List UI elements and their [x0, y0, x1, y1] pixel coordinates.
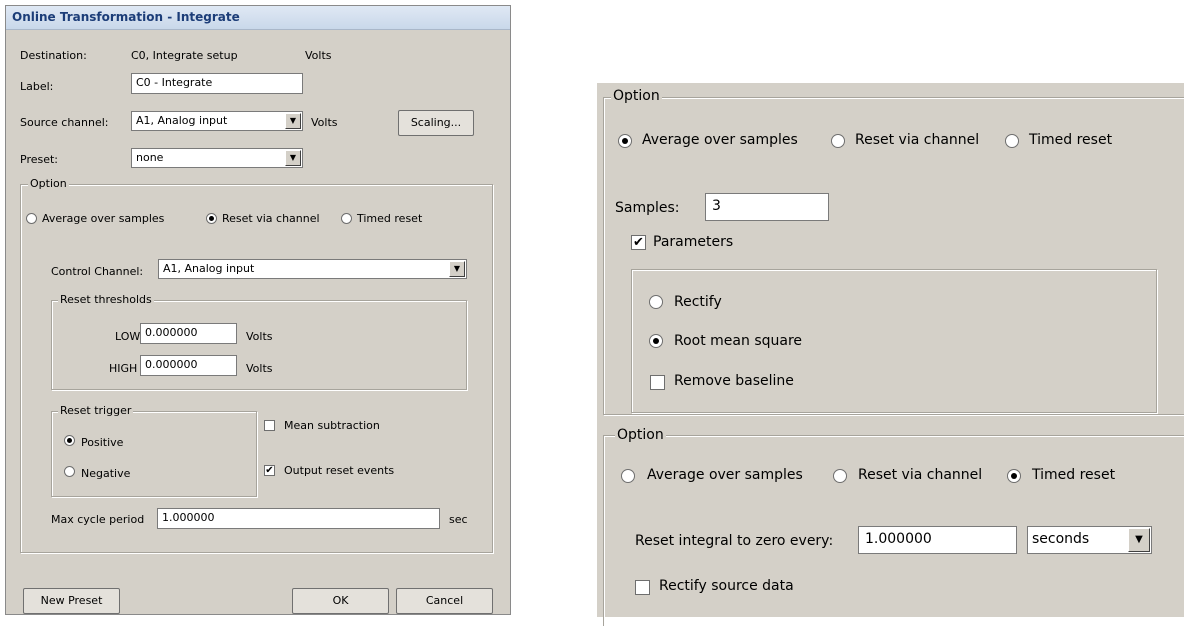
- new-preset-button[interactable]: New Preset: [23, 588, 120, 614]
- radio-root-mean-square[interactable]: [649, 334, 663, 348]
- mean-subtraction-label[interactable]: Mean subtraction: [284, 419, 380, 432]
- radio-timed-reset-label[interactable]: Timed reset: [357, 212, 422, 225]
- reset-interval-label: Reset integral to zero every:: [635, 533, 834, 549]
- radio-average[interactable]: [26, 213, 37, 224]
- radio-average-label[interactable]: Average over samples: [42, 212, 164, 225]
- max-cycle-unit: sec: [449, 513, 468, 526]
- integrate-dialog: Online Transformation - Integrate Destin…: [5, 5, 511, 615]
- source-channel-value: A1, Analog input: [136, 114, 228, 127]
- average-options-panel: Option Average over samples Reset via ch…: [597, 83, 1184, 425]
- reset-trigger-group: [51, 411, 257, 497]
- max-cycle-input[interactable]: 1.000000: [157, 508, 440, 529]
- label-label: Label:: [20, 80, 54, 93]
- radio-rectify-label[interactable]: Rectify: [674, 294, 722, 310]
- max-cycle-label: Max cycle period: [51, 513, 145, 526]
- reset-unit-select[interactable]: seconds ▼: [1027, 526, 1152, 554]
- parameters-label[interactable]: Parameters: [653, 234, 733, 250]
- chevron-down-icon[interactable]: ▼: [285, 150, 301, 166]
- chevron-down-icon[interactable]: ▼: [1128, 528, 1150, 552]
- samples-label: Samples:: [615, 200, 680, 216]
- chevron-down-icon[interactable]: ▼: [449, 261, 465, 277]
- reset-unit-value: seconds: [1032, 531, 1090, 547]
- source-channel-select[interactable]: A1, Analog input ▼: [131, 111, 303, 131]
- low-threshold-input[interactable]: 0.000000: [140, 323, 237, 344]
- radio-negative[interactable]: [64, 466, 75, 477]
- radio-average-label[interactable]: Average over samples: [647, 467, 803, 483]
- reset-thresholds-group: [51, 300, 467, 390]
- output-reset-events-label[interactable]: Output reset events: [284, 464, 394, 477]
- remove-baseline-checkbox[interactable]: [650, 375, 665, 390]
- preset-select[interactable]: none ▼: [131, 148, 303, 168]
- label-input[interactable]: C0 - Integrate: [131, 73, 303, 94]
- option-group-title: Option: [28, 177, 69, 190]
- source-unit: Volts: [311, 116, 338, 129]
- low-label: LOW: [115, 330, 141, 343]
- radio-timed-reset-label[interactable]: Timed reset: [1032, 467, 1115, 483]
- radio-timed-reset[interactable]: [341, 213, 352, 224]
- radio-rectify[interactable]: [649, 295, 663, 309]
- radio-reset-via-channel[interactable]: [831, 134, 845, 148]
- timed-option-title: Option: [615, 427, 666, 443]
- cancel-button[interactable]: Cancel: [396, 588, 493, 614]
- radio-reset-via-channel-label[interactable]: Reset via channel: [222, 212, 320, 225]
- chevron-down-icon[interactable]: ▼: [285, 113, 301, 129]
- destination-value: C0, Integrate setup: [131, 49, 238, 62]
- radio-timed-reset-label[interactable]: Timed reset: [1029, 132, 1112, 148]
- radio-average[interactable]: [621, 469, 635, 483]
- ok-button[interactable]: OK: [292, 588, 389, 614]
- scaling-button[interactable]: Scaling...: [398, 110, 474, 136]
- reset-interval-input[interactable]: 1.000000: [858, 526, 1017, 554]
- samples-input[interactable]: 3: [705, 193, 829, 221]
- rectify-source-checkbox[interactable]: [635, 580, 650, 595]
- high-label: HIGH: [109, 362, 138, 375]
- preset-label: Preset:: [20, 153, 59, 166]
- radio-average-label[interactable]: Average over samples: [642, 132, 798, 148]
- destination-label: Destination:: [20, 49, 87, 62]
- source-channel-label: Source channel:: [20, 116, 109, 129]
- low-unit: Volts: [246, 330, 273, 343]
- destination-unit: Volts: [305, 49, 332, 62]
- title-bar: Online Transformation - Integrate: [6, 6, 510, 30]
- radio-reset-via-channel-label[interactable]: Reset via channel: [858, 467, 982, 483]
- control-channel-select[interactable]: A1, Analog input ▼: [158, 259, 467, 279]
- output-reset-events-checkbox[interactable]: ✔: [264, 465, 275, 476]
- radio-average[interactable]: [618, 134, 632, 148]
- mean-subtraction-checkbox[interactable]: [264, 420, 275, 431]
- radio-negative-label[interactable]: Negative: [81, 467, 130, 480]
- preset-value: none: [136, 151, 164, 164]
- parameters-checkbox[interactable]: ✔: [631, 235, 646, 250]
- radio-reset-via-channel[interactable]: [833, 469, 847, 483]
- radio-root-mean-square-label[interactable]: Root mean square: [674, 333, 802, 349]
- reset-thresholds-title: Reset thresholds: [58, 293, 154, 306]
- radio-reset-via-channel-label[interactable]: Reset via channel: [855, 132, 979, 148]
- rectify-source-label[interactable]: Rectify source data: [659, 578, 794, 594]
- radio-timed-reset[interactable]: [1005, 134, 1019, 148]
- control-channel-value: A1, Analog input: [163, 262, 255, 275]
- checkmark-icon: ✔: [265, 465, 274, 476]
- checkmark-icon: ✔: [633, 235, 644, 250]
- control-channel-label: Control Channel:: [51, 265, 144, 278]
- radio-timed-reset[interactable]: [1007, 469, 1021, 483]
- high-unit: Volts: [246, 362, 273, 375]
- radio-positive[interactable]: [64, 435, 75, 446]
- average-option-title: Option: [611, 88, 662, 104]
- timed-options-panel: Option Average over samples Reset via ch…: [597, 425, 1184, 626]
- high-threshold-input[interactable]: 0.000000: [140, 355, 237, 376]
- radio-positive-label[interactable]: Positive: [81, 436, 123, 449]
- reset-trigger-title: Reset trigger: [58, 404, 134, 417]
- remove-baseline-label[interactable]: Remove baseline: [674, 373, 794, 389]
- radio-reset-via-channel[interactable]: [206, 213, 217, 224]
- dialog-title: Online Transformation - Integrate: [12, 10, 240, 24]
